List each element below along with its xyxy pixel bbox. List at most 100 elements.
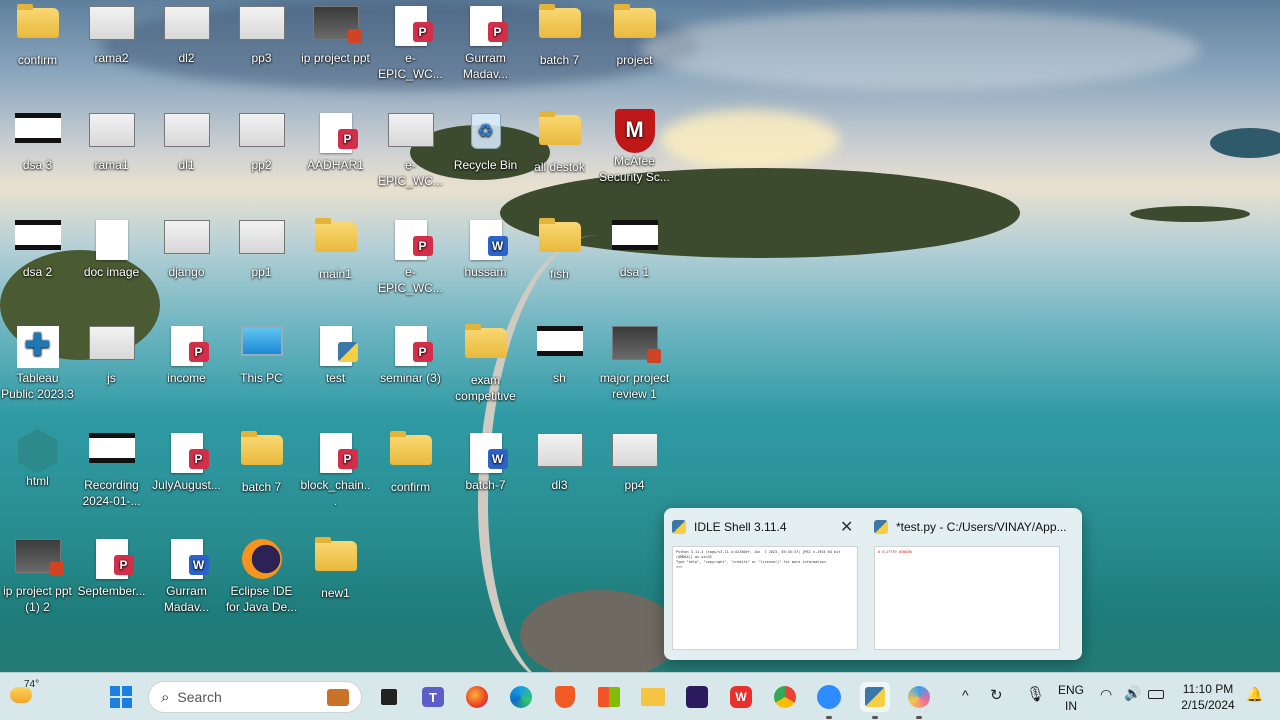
battery-icon[interactable]: [1148, 690, 1164, 699]
desktop-icon-label: hussam: [464, 265, 507, 279]
desktop-icon[interactable]: confirm: [373, 427, 448, 531]
desktop-icon[interactable]: W Gurram Madav...: [149, 533, 224, 637]
firefox-button[interactable]: [462, 682, 492, 712]
start-button[interactable]: [106, 682, 136, 712]
desktop-icon[interactable]: all destok: [522, 107, 597, 211]
desktop-icon-label: sh: [553, 371, 566, 385]
wifi-icon[interactable]: ◠: [1100, 686, 1112, 703]
chrome-button[interactable]: [770, 682, 800, 712]
desktop-icon[interactable]: test: [298, 320, 373, 424]
brave-button[interactable]: [550, 682, 580, 712]
desktop-icon[interactable]: Eclipse IDE for Java De...: [224, 533, 299, 637]
presentation-file-icon: [611, 326, 661, 366]
desktop[interactable]: confirm rama2 dl2 pp3 ip project ppt Pe-EPIC_…: [0, 0, 1280, 672]
store-button[interactable]: [594, 682, 624, 712]
desktop-icon[interactable]: e-EPIC_WC...: [373, 107, 448, 211]
desktop-icon-label: js: [107, 371, 116, 385]
taskbar: 74° ⌕ Search T W ^ ↻ 🎙 ENG IN ◠ 🔊 11:10 …: [0, 672, 1280, 720]
paint-button[interactable]: [904, 682, 934, 712]
desktop-icon[interactable]: ip project ppt (1) 2: [0, 533, 75, 637]
desktop-icon-label: all destok: [534, 160, 585, 174]
desktop-icon-label: batch 7: [241, 480, 282, 494]
wps-button[interactable]: W: [726, 682, 756, 712]
video-editor-icon: [686, 686, 708, 708]
video-file-icon: [14, 113, 62, 153]
folder-icon: [641, 688, 665, 706]
desktop-icon[interactable]: sh: [522, 320, 597, 424]
python-icon: [672, 520, 686, 534]
desktop-icon[interactable]: dsa 3: [0, 107, 75, 211]
desktop-icon[interactable]: Pincome: [149, 320, 224, 424]
video-file-icon: [611, 220, 659, 260]
desktop-icon-label: exam competitive: [455, 373, 516, 403]
notification-bell-icon[interactable]: 🔔: [1246, 686, 1263, 703]
desktop-icon[interactable]: dsa 1: [597, 214, 672, 318]
desktop-icon[interactable]: Pe-EPIC_WC...: [373, 214, 448, 318]
task-view-button[interactable]: [374, 682, 404, 712]
desktop-icon[interactable]: exam competitive: [448, 320, 523, 424]
edge-button[interactable]: [506, 682, 536, 712]
desktop-icon[interactable]: new1: [298, 533, 373, 637]
desktop-icon[interactable]: Whussam: [448, 214, 523, 318]
desktop-icon[interactable]: ✚ Tableau Public 2023.3: [0, 320, 75, 424]
close-icon[interactable]: ✕: [840, 517, 853, 537]
taskbar-search[interactable]: ⌕ Search: [148, 681, 362, 713]
desktop-icon[interactable]: P September...: [74, 533, 149, 637]
desktop-icon[interactable]: Pblock_chain...: [298, 427, 373, 531]
file-explorer-button[interactable]: [638, 682, 668, 712]
desktop-icon[interactable]: django: [149, 214, 224, 318]
sync-icon[interactable]: ↻: [990, 686, 1003, 704]
desktop-icon[interactable]: doc image: [74, 214, 149, 318]
volume-icon[interactable]: 🔊: [1124, 685, 1141, 702]
desktop-icon[interactable]: P JulyAugust...: [149, 427, 224, 531]
zoom-button[interactable]: [814, 682, 844, 712]
desktop-icon[interactable]: main1: [298, 214, 373, 318]
desktop-icon[interactable]: ♻ Recycle Bin: [448, 107, 523, 211]
chevron-up-icon[interactable]: ^: [962, 687, 969, 703]
desktop-icon[interactable]: Wbatch-7: [448, 427, 523, 531]
desktop-icon[interactable]: major project review 1: [597, 320, 672, 424]
desktop-icon[interactable]: pp2: [224, 107, 299, 211]
desktop-icon[interactable]: Pe-EPIC_WC...: [373, 0, 448, 104]
microphone-icon[interactable]: 🎙: [1026, 685, 1045, 703]
desktop-icon[interactable]: html: [0, 427, 75, 531]
language-indicator[interactable]: ENG IN: [1056, 682, 1086, 714]
teams-button[interactable]: T: [418, 682, 448, 712]
desktop-icon[interactable]: pp4: [597, 427, 672, 531]
desktop-icon[interactable]: rama1: [74, 107, 149, 211]
desktop-icon[interactable]: P AADHAR1: [298, 107, 373, 211]
desktop-icon[interactable]: pp1: [224, 214, 299, 318]
desktop-icon-label: McAfee Security Sc...: [599, 154, 670, 184]
desktop-icon[interactable]: batch 7: [224, 427, 299, 531]
desktop-icon[interactable]: js: [74, 320, 149, 424]
desktop-icon-label: ip project ppt: [301, 51, 370, 65]
folder-icon: [536, 218, 584, 262]
desktop-icon[interactable]: ip project ppt: [298, 0, 373, 104]
desktop-icon[interactable]: This PC: [224, 320, 299, 424]
desktop-icon[interactable]: dl3: [522, 427, 597, 531]
desktop-icon[interactable]: P Gurram Madav...: [448, 0, 523, 104]
idle-button[interactable]: [860, 682, 890, 712]
desktop-icon-label: income: [167, 371, 206, 385]
pdf-file-icon: P: [163, 433, 211, 473]
desktop-icon[interactable]: fish: [522, 214, 597, 318]
desktop-icon[interactable]: dl1: [149, 107, 224, 211]
premiere-button[interactable]: [682, 682, 712, 712]
desktop-icon-label: test: [325, 371, 346, 385]
desktop-icon[interactable]: pp3: [224, 0, 299, 104]
desktop-icon[interactable]: dsa 2: [0, 214, 75, 318]
shell-preview[interactable]: IDLE Shell 3.11.4 ✕ Python 3.11.4 (tags/…: [664, 508, 869, 660]
desktop-icon[interactable]: Recording 2024-01-...: [74, 427, 149, 531]
desktop-icon[interactable]: M McAfee Security Sc...: [597, 107, 672, 211]
desktop-icon[interactable]: rama2: [74, 0, 149, 104]
weather-widget[interactable]: 74°: [8, 679, 44, 715]
image-thumbnail-icon: [163, 220, 211, 260]
desktop-icon[interactable]: Pseminar (3): [373, 320, 448, 424]
desktop-icon[interactable]: dl2: [149, 0, 224, 104]
clock[interactable]: 11:10 PM 2/15/2024: [1176, 681, 1240, 713]
desktop-icon[interactable]: project: [597, 0, 672, 104]
desktop-icon[interactable]: confirm: [0, 0, 75, 104]
editor-preview[interactable]: *test.py - C:/Users/VINAY/App... # ELIFT…: [866, 508, 1071, 660]
shell-preview-body: Python 3.11.4 (tags/v3.11.4:d2340ef, Jun…: [672, 546, 858, 650]
desktop-icon[interactable]: batch 7: [522, 0, 597, 104]
